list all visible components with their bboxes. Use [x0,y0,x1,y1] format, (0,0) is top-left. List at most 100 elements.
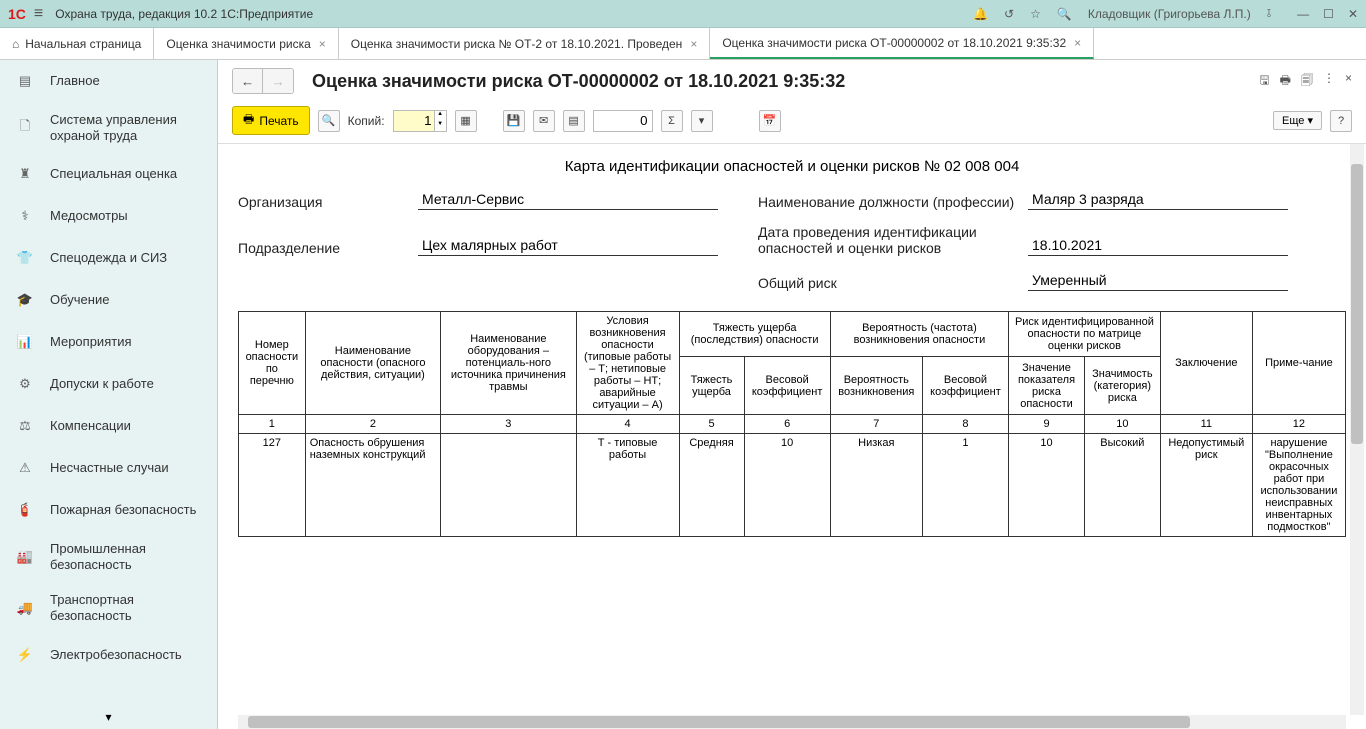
post-value: Маляр 3 разряда [1028,189,1288,210]
bolt-icon: ⚡ [14,644,36,666]
tb-btn-1[interactable]: ▦ [455,110,477,132]
cell-c9: нарушение "Выполнение окрасочных работ п… [1252,434,1345,537]
tab-3[interactable]: Оценка значимости риска ОТ-00000002 от 1… [710,28,1094,59]
nav-back-button[interactable]: ← [233,69,263,93]
maximize-icon[interactable]: ☐ [1323,7,1334,21]
th-c7g: Риск идентифицированной опасности по мат… [1009,312,1161,357]
dept-value: Цех малярных работ [418,235,718,256]
tb-btn-calendar[interactable]: 📅 [759,110,781,132]
close-icon[interactable]: ✕ [1348,7,1358,21]
spinner-up-icon[interactable]: ▲ [435,111,446,121]
sidebar-item-main[interactable]: ▤Главное [0,60,217,102]
tab-home[interactable]: ⌂ Начальная страница [0,28,154,59]
tb-btn-mail[interactable]: ✉ [533,110,555,132]
dept-label: Подразделение [238,240,418,256]
sidebar-expand[interactable]: ▾ [0,705,217,729]
table-row[interactable]: 127 Опасность обрушения наземных констру… [239,434,1346,537]
nav-forward-button[interactable]: → [263,69,293,93]
copies-spinner[interactable]: ▲▼ [393,110,447,132]
org-value: Металл-Сервис [418,189,718,210]
print-icon[interactable]: 🖶 [1280,71,1291,92]
tb-btn-sum[interactable]: Σ [661,110,683,132]
cell-c5a: Средняя [679,434,744,537]
tab-2-close-icon[interactable]: × [690,37,697,51]
print-button[interactable]: 🖶Печать [232,106,310,135]
help-button[interactable]: ? [1330,110,1352,132]
colnum-5: 5 [679,415,744,434]
horizontal-scrollbar[interactable] [238,715,1346,729]
cell-c3 [441,434,576,537]
copies-input[interactable] [394,111,434,131]
sidebar: ▤Главное 🗋Система управления охраной тру… [0,60,218,729]
cell-c7b: Высокий [1084,434,1160,537]
cell-c5b: 10 [744,434,830,537]
sidebar-item-transport[interactable]: 🚚Транспортная безопасность [0,582,217,633]
colnum-2: 2 [305,415,440,434]
history-icon[interactable]: ↺ [1004,7,1014,21]
save-icon[interactable]: 🖫 [1259,71,1269,92]
colnum-8: 8 [922,415,1008,434]
doc-header: ← → Оценка значимости риска ОТ-00000002 … [218,60,1366,102]
sidebar-item-system[interactable]: 🗋Система управления охраной труда [0,102,217,153]
tab-1[interactable]: Оценка значимости риска × [154,28,338,59]
sidebar-item-events[interactable]: 📊Мероприятия [0,321,217,363]
th-c7a: Значение показателя риска опасности [1009,357,1085,415]
filter-icon[interactable]: ⫱ [1267,6,1271,21]
risk-label: Общий риск [758,275,1028,291]
vertical-scrollbar[interactable] [1350,144,1364,715]
cell-c8: Недопустимый риск [1160,434,1252,537]
sidebar-item-assessment[interactable]: ♜Специальная оценка [0,153,217,195]
sidebar-item-accidents[interactable]: ⚠Несчастные случаи [0,447,217,489]
sidebar-item-permits[interactable]: ⚙Допуски к работе [0,363,217,405]
factory-icon: 🏭 [14,546,36,568]
search-icon[interactable]: 🔍 [1057,7,1072,21]
num-input[interactable] [593,110,653,132]
minimize-icon[interactable]: — [1297,7,1309,21]
preview-button[interactable]: 🔍 [318,110,340,132]
post-label: Наименование должности (профессии) [758,194,1028,210]
sidebar-item-electric[interactable]: ⚡Электробезопасность [0,634,217,676]
cell-c7a: 10 [1009,434,1085,537]
sidebar-item-training[interactable]: 🎓Обучение [0,279,217,321]
colnum-7: 7 [830,415,922,434]
sidebar-item-fire[interactable]: 🧯Пожарная безопасность [0,489,217,531]
tab-2[interactable]: Оценка значимости риска № ОТ-2 от 18.10.… [339,28,711,59]
user-name[interactable]: Кладовщик (Григорьева Л.П.) [1088,7,1251,21]
th-c2: Наименование опасности (опасного действи… [305,312,440,415]
sidebar-item-industrial[interactable]: 🏭Промышленная безопасность [0,531,217,582]
bell-icon[interactable]: 🔔 [973,7,988,21]
medical-icon: ⚕ [14,205,36,227]
card-title: Карта идентификации опасностей и оценки … [238,158,1346,175]
close-doc-icon[interactable]: × [1345,71,1352,92]
star-icon[interactable]: ☆ [1030,7,1041,21]
tb-btn-save[interactable]: 💾 [503,110,525,132]
truck-icon: 🚚 [14,597,36,619]
tab-2-label: Оценка значимости риска № ОТ-2 от 18.10.… [351,37,683,51]
tab-1-close-icon[interactable]: × [319,37,326,51]
doc-title: Оценка значимости риска ОТ-00000002 от 1… [312,71,845,92]
sidebar-item-compensation[interactable]: ⚖Компенсации [0,405,217,447]
tb-btn-3[interactable]: ▤ [563,110,585,132]
titlebar: 1C ≡ Охрана труда, редакция 10.2 1С:Пред… [0,0,1366,28]
copy-icon[interactable]: 🗐 [1301,71,1313,92]
th-c4: Условия возникновения опасности (типовые… [576,312,679,415]
tb-btn-dropdown[interactable]: ▾ [691,110,713,132]
colnum-6: 6 [744,415,830,434]
cell-c2: Опасность обрушения наземных конструкций [305,434,440,537]
th-c1: Номер опасности по перечню [239,312,306,415]
more-button[interactable]: Еще ▾ [1273,111,1322,130]
scales-icon: ⚖ [14,415,36,437]
spinner-down-icon[interactable]: ▼ [435,121,446,131]
form-grid: Организация Металл-Сервис Наименование д… [238,189,1346,291]
th-c6g: Вероятность (частота) возникновения опас… [830,312,1008,357]
th-c6a: Вероятность возникновения [830,357,922,415]
fire-icon: 🧯 [14,499,36,521]
menu-icon[interactable]: ≡ [34,5,43,23]
tab-3-close-icon[interactable]: × [1074,36,1081,50]
sidebar-item-ppe[interactable]: 👕Спецодежда и СИЗ [0,237,217,279]
tab-1-label: Оценка значимости риска [166,37,310,51]
th-c5b: Весовой коэффициент [744,357,830,415]
th-c5a: Тяжесть ущерба [679,357,744,415]
more-icon[interactable]: ⋮ [1323,71,1335,92]
sidebar-item-medical[interactable]: ⚕Медосмотры [0,195,217,237]
